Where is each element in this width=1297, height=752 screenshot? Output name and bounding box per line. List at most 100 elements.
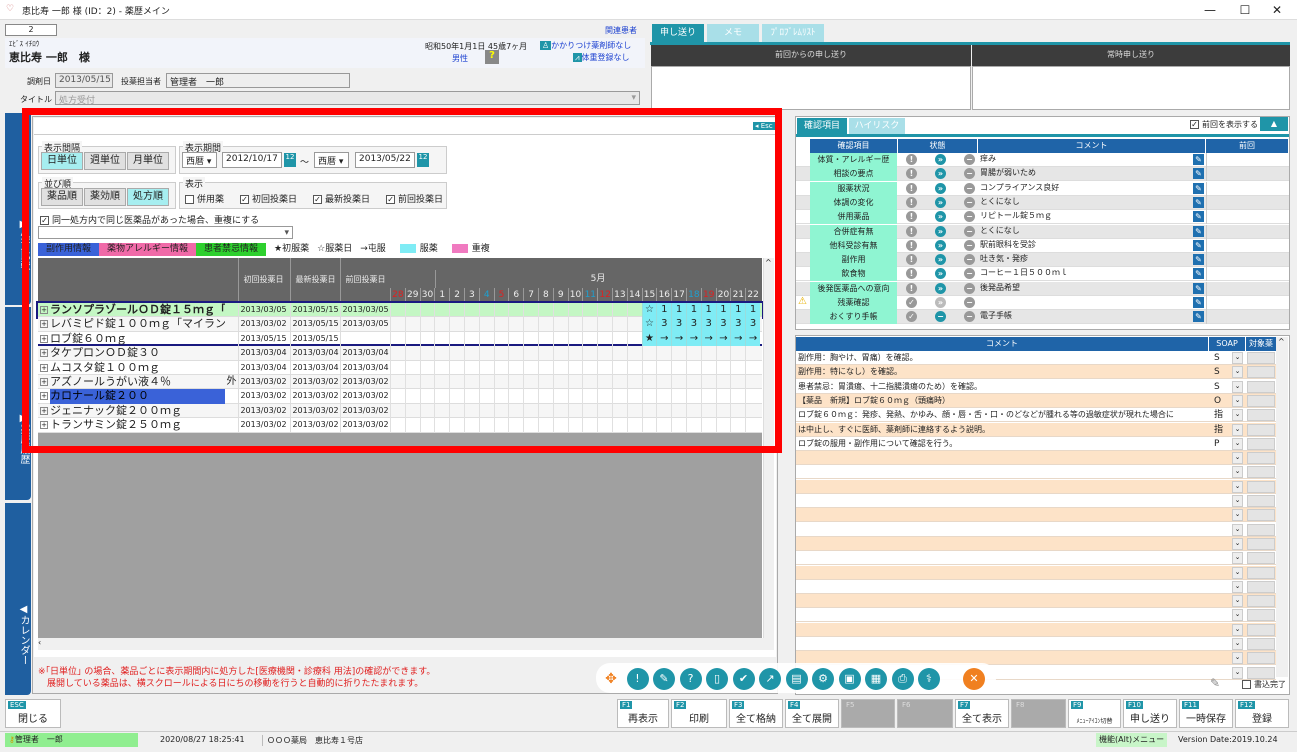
check-comment[interactable]: コーヒー１日５００ｍｌ (980, 267, 1068, 278)
skip-status-icon[interactable]: − (964, 168, 975, 180)
network-icon[interactable]: ⚙ (812, 668, 834, 690)
soap-comment[interactable]: 副作用：胸やけ、胃痛）を確認。 (798, 351, 918, 365)
target-drug-button[interactable] (1247, 423, 1275, 436)
close-circle-icon[interactable]: ✕ (963, 668, 985, 690)
target-drug-button[interactable] (1247, 437, 1275, 450)
edit-icon[interactable]: ✎ (1193, 225, 1204, 237)
column-header-2[interactable]: 前回投薬日 (340, 258, 390, 302)
maximize-button[interactable]: ☐ (1230, 2, 1260, 18)
soap-dropdown[interactable]: ⌄ (1232, 480, 1243, 493)
target-drug-button[interactable] (1247, 480, 1275, 493)
tab-medication-history[interactable]: ▶薬歴履歴 (5, 307, 31, 500)
fkey-f7-button[interactable]: F7 全て表示 (955, 699, 1009, 728)
target-drug-button[interactable] (1247, 552, 1275, 565)
skip-status-icon[interactable]: − (964, 282, 975, 294)
check-comment[interactable]: 痒み (980, 153, 996, 164)
close-window-button[interactable]: ESC 閉じる (5, 699, 61, 728)
skip-status-icon[interactable]: − (964, 254, 975, 266)
fkey-f10-button[interactable]: F10 申し送り (1123, 699, 1177, 728)
soap-row[interactable]: ⌄ (796, 622, 1276, 637)
next-status-icon[interactable]: » (935, 211, 946, 223)
tab-check-1[interactable]: ハイリスク (849, 118, 905, 134)
soap-row[interactable]: ⌄ (796, 494, 1276, 508)
edit-icon[interactable]: ✎ (1193, 211, 1204, 223)
expand-icon[interactable]: + (40, 378, 48, 386)
skip-status-icon[interactable]: − (964, 268, 975, 280)
soap-dropdown[interactable]: ⌄ (1232, 638, 1243, 650)
target-drug-button[interactable] (1247, 409, 1275, 422)
fkey-f2-button[interactable]: F2 印刷 (671, 699, 727, 728)
expand-icon[interactable]: + (40, 363, 48, 372)
table-row[interactable]: + ジェニナック錠２００ｍｇ 2013/03/02 2013/03/02 2013/03… (38, 403, 762, 419)
fkey-f11-button[interactable]: F11 一時保存 (1179, 699, 1233, 728)
soap-dropdown[interactable]: ⌄ (1232, 537, 1243, 550)
soap-comment[interactable]: 患者禁忌：胃潰瘍、十二指腸潰瘍のため）を確認。 (798, 380, 982, 394)
target-drug-button[interactable] (1247, 452, 1275, 465)
soap-row[interactable]: 【薬品 新規】ロブ錠６０ｍｇ（頭痛時） O ⌄ (796, 393, 1276, 408)
soap-dropdown[interactable]: ⌄ (1232, 609, 1243, 622)
table-row[interactable]: + レバミピド錠１００ｍｇ「マイラン」 2013/03/02 2013/05/15 20… (38, 317, 762, 332)
soap-comment[interactable]: 【薬品 新規】ロブ錠６０ｍｇ（頭痛時） (798, 394, 950, 408)
next-status-icon[interactable]: » (935, 297, 946, 308)
alert-status-icon[interactable]: ! (906, 254, 917, 266)
id-card-icon[interactable]: ▣ (838, 668, 861, 690)
prev-handoff-textarea[interactable] (651, 66, 971, 110)
soap-row[interactable]: ⌄ (796, 451, 1276, 466)
target-drug-button[interactable] (1247, 595, 1275, 608)
period-to-input[interactable]: 2013/05/22 (355, 152, 415, 168)
chart-icon[interactable]: ↗ (759, 668, 781, 690)
table-row[interactable]: + カロナール錠２００ 2013/03/02 2013/03/02 2013/03/02 (38, 389, 762, 404)
table-row[interactable]: + タケプロンＯＤ錠３０ 2013/03/04 2013/03/04 2013/03/0… (38, 346, 762, 361)
tab-handoff-2[interactable]: ﾌﾟﾛﾌﾞﾚﾑﾘｽﾄ (762, 24, 824, 42)
soap-row[interactable]: ⌄ (796, 522, 1276, 537)
target-drug-button[interactable] (1247, 566, 1275, 579)
display-checkbox-3[interactable]: ✓ 前回投薬日 (386, 195, 443, 205)
soap-dropdown[interactable]: ⌄ (1232, 466, 1243, 479)
edit-icon[interactable]: ✎ (653, 668, 675, 690)
next-status-icon[interactable]: » (935, 182, 946, 194)
alert-status-icon[interactable]: ✓ (906, 311, 917, 323)
soap-dropdown[interactable]: ⌄ (1232, 452, 1243, 465)
user-check-icon[interactable]: ✔ (732, 668, 755, 690)
target-drug-button[interactable] (1247, 537, 1275, 550)
table-row[interactable]: + ムコスタ錠１００ｍｇ 2013/03/04 2013/03/04 2013/03/0… (38, 360, 762, 375)
alert-status-icon[interactable]: ! (906, 211, 917, 223)
alert-status-icon[interactable]: ✓ (906, 297, 917, 308)
alert-status-icon[interactable]: ! (906, 168, 917, 180)
edit-icon[interactable]: ✎ (1193, 154, 1204, 165)
table-row[interactable]: + トランサミン錠２５０ｍｇ 2013/03/02 2013/03/02 2013/03… (38, 418, 762, 433)
column-header-0[interactable]: 初回投薬日 (238, 258, 288, 302)
sort-button-2[interactable]: 処方順 (127, 188, 169, 206)
calendar-icon[interactable]: 12 (417, 153, 429, 167)
fkey-f9-button[interactable]: F9 ﾒﾆｭｰｱｲｺﾝ切替 (1068, 699, 1121, 728)
tab-check-0[interactable]: 確認項目 (797, 118, 847, 134)
vertical-scrollbar[interactable]: ^ (763, 258, 774, 638)
check-comment[interactable]: とくになし (980, 196, 1020, 207)
soap-dropdown[interactable]: ⌄ (1232, 509, 1243, 522)
function-menu-button[interactable]: 機能(Alt)メニュー (1096, 733, 1168, 747)
soap-dropdown[interactable]: ⌄ (1232, 523, 1243, 536)
next-status-icon[interactable]: » (935, 282, 946, 294)
soap-dropdown[interactable]: ⌄ (1232, 580, 1243, 593)
esc-collapse-button[interactable]: ◂ Esc (753, 122, 775, 130)
soap-dropdown[interactable]: ⌄ (1232, 552, 1243, 565)
next-status-icon[interactable]: » (935, 239, 946, 251)
target-drug-button[interactable] (1247, 466, 1275, 479)
alert-icon[interactable]: ! (626, 668, 649, 690)
fkey-f4-button[interactable]: F4 全て展開 (785, 699, 839, 728)
soap-dropdown[interactable]: ⌄ (1232, 623, 1243, 636)
check-comment[interactable]: 後発品希望 (980, 282, 1020, 293)
skip-status-icon[interactable]: − (964, 154, 975, 165)
edit-icon[interactable]: ✎ (1193, 297, 1204, 308)
fkey-f1-button[interactable]: F1 再表示 (617, 699, 669, 728)
check-comment[interactable]: コンプライアンス良好 (980, 182, 1059, 193)
dispense-date-field[interactable]: 2013/05/15 (55, 73, 113, 88)
target-drug-button[interactable] (1247, 380, 1275, 393)
target-drug-button[interactable] (1247, 623, 1275, 636)
edit-icon[interactable]: ✎ (1193, 182, 1204, 194)
horizontal-scrollbar[interactable]: ‹ (38, 638, 774, 650)
display-checkbox-0[interactable]: 併用薬 (185, 195, 224, 205)
fkey-f3-button[interactable]: F3 全て格納 (729, 699, 783, 728)
alert-status-icon[interactable]: ! (906, 225, 917, 237)
target-drug-button[interactable] (1247, 609, 1275, 622)
